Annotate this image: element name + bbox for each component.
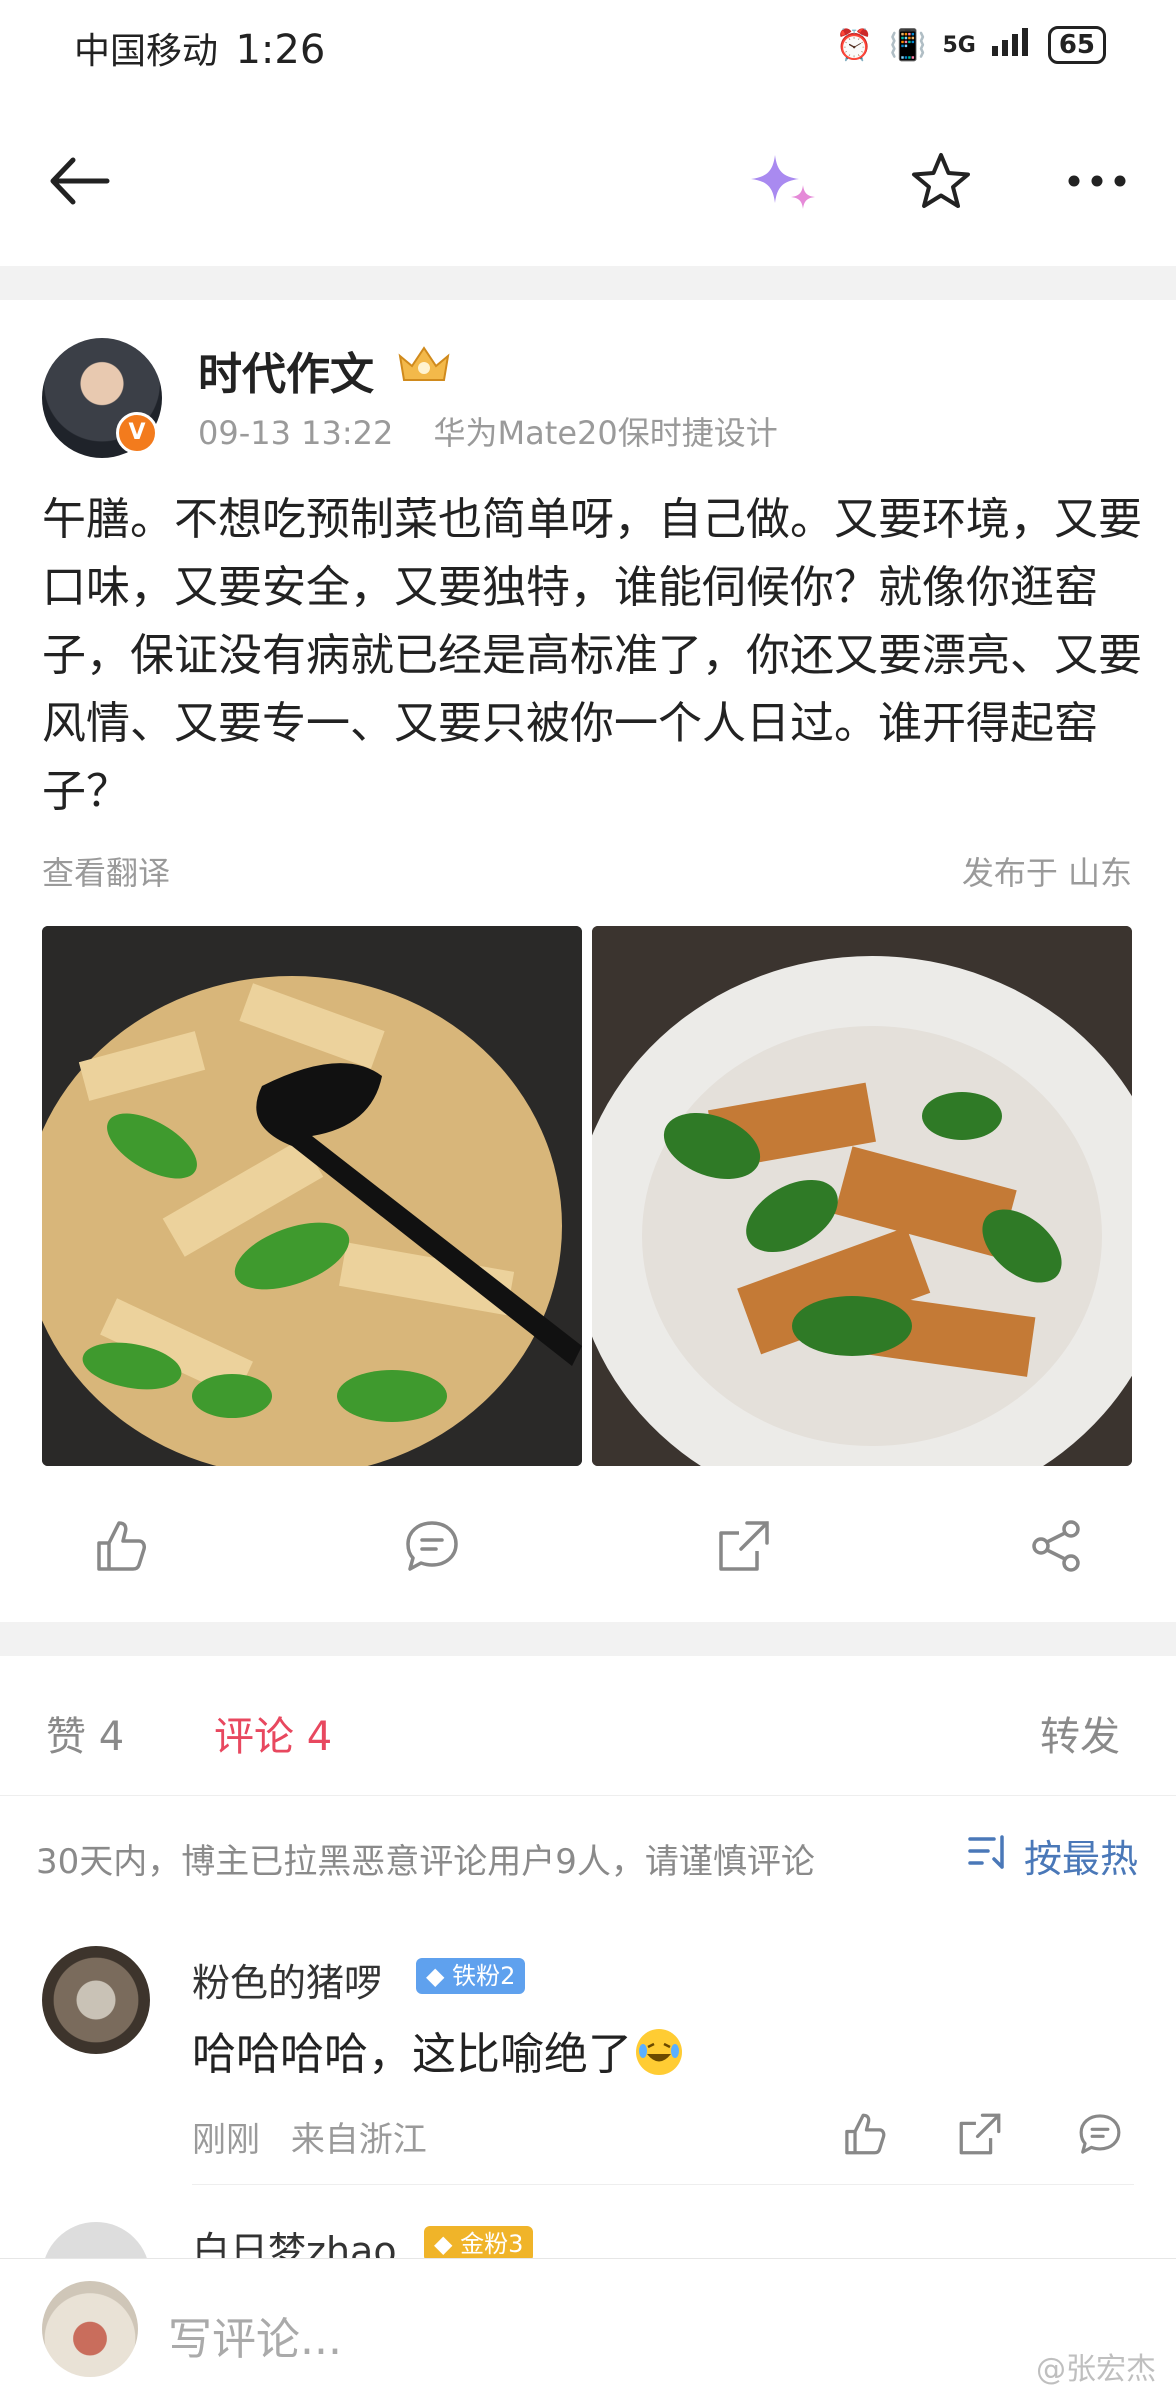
- tab-comments[interactable]: 评论 4: [214, 1704, 332, 1762]
- comment-text: 哈哈哈哈，这比喻绝了: [192, 2018, 682, 2082]
- status-left: 中国移动 1:26: [74, 22, 325, 74]
- star-icon[interactable]: [896, 136, 986, 226]
- post-text: 午膳。不想吃预制菜也简单呀，自己做。又要环境，又要口味，又要安全，又要独特，谁能…: [42, 494, 1142, 817]
- comment-composer: 写评论... @张宏杰: [0, 2258, 1176, 2400]
- post-photo-1[interactable]: [42, 926, 582, 1466]
- comment-repost-icon[interactable]: [952, 2106, 1008, 2162]
- signal-icon: [991, 26, 1032, 64]
- comment-time: 刚刚: [192, 2120, 260, 2160]
- watermark: @张宏杰: [1036, 2352, 1156, 2387]
- tab-reposts[interactable]: 转发: [1040, 1704, 1120, 1762]
- sort-button[interactable]: 按最热: [968, 1828, 1138, 1883]
- comment-text-content: 哈哈哈哈，这比喻绝了: [192, 2029, 632, 2080]
- tab-likes[interactable]: 赞 4: [46, 1704, 124, 1762]
- section-divider: [0, 266, 1176, 300]
- comment-like-icon[interactable]: [836, 2106, 892, 2162]
- top-nav: [0, 100, 1176, 266]
- comments-section: 赞 4 评论 4 转发 30天内，博主已拉黑恶意评论用户9人，请谨慎评论 按最热…: [0, 1656, 1176, 2266]
- fan-badge: ◆ 铁粉2: [416, 1958, 526, 1994]
- comment-icon[interactable]: [392, 1506, 472, 1586]
- commenter-name[interactable]: 粉色的猪啰: [192, 1952, 382, 2007]
- fan-badge-label: 铁粉2: [452, 1962, 516, 1990]
- more-icon[interactable]: [1052, 136, 1142, 226]
- fan-badge-2: ◆ 金粉3: [424, 2226, 534, 2262]
- back-arrow-icon[interactable]: [34, 136, 124, 226]
- comment-reply-icon[interactable]: [1072, 2106, 1128, 2162]
- post-actions: [0, 1506, 1176, 1596]
- translate-link[interactable]: 查看翻译: [42, 848, 170, 894]
- comment-item-partial: 白日梦zhao ◆ 金粉3: [0, 2206, 1176, 2266]
- author-name[interactable]: 时代作文: [198, 338, 374, 402]
- alarm-icon: ⏰: [835, 27, 874, 63]
- post-photo-2[interactable]: [592, 926, 1132, 1466]
- comment-input[interactable]: 写评论...: [168, 2303, 342, 2367]
- carrier-label: 中国移动: [74, 31, 219, 72]
- comment-item: 粉色的猪啰 ◆ 铁粉2 哈哈哈哈，这比喻绝了 刚刚 来自浙江: [0, 1946, 1176, 2246]
- clock: 1:26: [235, 27, 326, 73]
- comment-origin: 来自浙江: [290, 2120, 427, 2160]
- fan-badge-label-2: 金粉3: [460, 2230, 524, 2258]
- like-icon[interactable]: [80, 1506, 160, 1586]
- status-bar: 中国移动 1:26 ⏰ 📳 5G 65: [0, 0, 1176, 100]
- post-device: 华为Mate20保时捷设计: [433, 414, 778, 452]
- sort-label: 按最热: [1023, 1837, 1138, 1881]
- post-date: 09-13 13:22: [198, 414, 394, 452]
- post-card: V 时代作文 09-13 13:22 华为Mate20保时捷设计 午膳。不想吃预…: [0, 300, 1176, 1622]
- verified-badge-icon: V: [116, 412, 158, 454]
- section-divider-2: [0, 1622, 1176, 1656]
- sparkle-icon[interactable]: [738, 136, 828, 226]
- post-location: 发布于 山东: [961, 854, 1132, 892]
- commenter-avatar[interactable]: [42, 1946, 150, 2054]
- sort-icon: [968, 1834, 1012, 1878]
- crown-icon: [396, 342, 452, 386]
- share-icon[interactable]: [1016, 1506, 1096, 1586]
- engagement-tabs: 赞 4 评论 4 转发: [0, 1656, 1176, 1796]
- comment-separator: [192, 2184, 1134, 2185]
- comment-notice: 30天内，博主已拉黑恶意评论用户9人，请谨慎评论: [36, 1842, 815, 1882]
- network-label: 5G: [942, 32, 976, 58]
- laugh-cry-emoji-icon: [636, 2029, 682, 2075]
- my-avatar: [42, 2281, 138, 2377]
- battery-indicator: 65: [1047, 26, 1106, 64]
- comment-meta: 刚刚 来自浙江: [192, 2112, 427, 2161]
- repost-icon[interactable]: [704, 1506, 784, 1586]
- post-meta: 09-13 13:22 华为Mate20保时捷设计: [198, 408, 778, 454]
- status-right: ⏰ 📳 5G 65: [836, 26, 1106, 64]
- vibrate-icon: 📳: [889, 27, 927, 63]
